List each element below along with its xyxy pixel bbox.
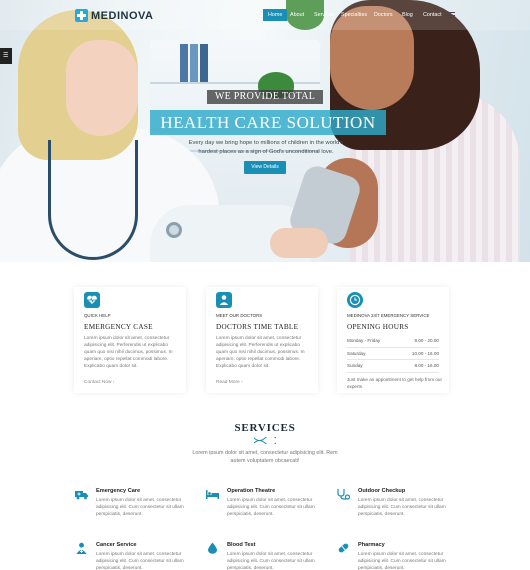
card-text: Lorem ipsum dolor sit amet, consectetur …: [216, 336, 305, 369]
nav-item-home[interactable]: Home: [263, 9, 288, 21]
clock-icon: [347, 292, 363, 308]
hours-day: Monday - Friday: [347, 338, 381, 343]
bed-icon: [206, 490, 219, 499]
doctors-card: MEET OUR DOCTORS DOCTORS TIME TABLE Lore…: [206, 287, 318, 393]
dna-divider-icon: [254, 437, 276, 444]
service-text: Lorem ipsum dolor sit amet, consectetur …: [358, 552, 446, 570]
settings-icon: ☰: [3, 53, 9, 59]
service-text: Lorem ipsum dolor sit amet, consectetur …: [227, 498, 315, 518]
service-name: Operation Theatre: [227, 488, 276, 494]
book: [180, 44, 188, 82]
doctor-icon: [216, 292, 232, 308]
emergency-card: QUICK HELP EMERGENCY CASE Lorem ipsum do…: [74, 287, 186, 393]
card-title: DOCTORS TIME TABLE: [216, 323, 299, 331]
blood-drop-icon: [208, 542, 217, 554]
hours-table: Monday - Friday 8.00 - 20.00 Saturday 10.0…: [347, 335, 439, 373]
stethoscope-head: [166, 222, 182, 238]
hours-note: Just make an appointment to get help fro…: [347, 377, 442, 389]
card-title: OPENING HOURS: [347, 323, 409, 331]
hero-description: Every day we bring hope to millions of c…: [188, 140, 344, 155]
hours-time: 8.00 - 16.00: [414, 363, 439, 368]
stethoscope-icon: [337, 489, 351, 500]
service-text: Lorem ipsum dolor sit amet, consectetur …: [358, 498, 446, 518]
hours-day: Sunday: [347, 363, 363, 368]
nav-item-about[interactable]: About: [290, 9, 304, 21]
services-description: Lorem ipsum dolor sit amet, consectetur …: [192, 450, 338, 464]
hours-time: 8.00 - 20.00: [414, 338, 439, 343]
ambulance-icon: [75, 491, 88, 500]
service-name: Emergency Care: [96, 488, 141, 494]
hero-subtitle: WE PROVIDE TOTAL: [207, 90, 323, 104]
book: [200, 44, 208, 82]
view-details-button[interactable]: View Details: [244, 161, 286, 174]
hamburger-menu-icon[interactable]: [447, 12, 455, 18]
site-logo[interactable]: MEDINOVA: [75, 9, 153, 22]
nav-item-blog[interactable]: Blog: [402, 9, 413, 21]
book: [190, 44, 198, 82]
stethoscope: [48, 140, 138, 260]
pill-icon: [338, 543, 349, 553]
nav-item-specialties[interactable]: Specialties: [341, 9, 367, 21]
read-more-link[interactable]: Read More ›: [216, 380, 243, 385]
service-name: Cancer Service: [96, 542, 137, 548]
hours-row: Saturday 10.00 - 16.00: [347, 348, 439, 360]
doctor-face: [66, 40, 138, 136]
arrow-right-icon: ›: [241, 380, 243, 385]
hero-title: HEALTH CARE SOLUTION: [150, 110, 386, 135]
link-label: Contact Now: [84, 380, 112, 385]
logo-text: MEDINOVA: [91, 9, 154, 22]
arrow-right-icon: ›: [112, 380, 115, 385]
nav-item-contact[interactable]: Contact: [423, 9, 442, 21]
hours-row: Monday - Friday 8.00 - 20.00: [347, 335, 439, 348]
top-navbar: MEDINOVA Home About Services Specialties…: [0, 0, 530, 30]
hero-banner: MEDINOVA Home About Services Specialties…: [0, 0, 530, 262]
doctor-hand: [270, 228, 328, 258]
nav-item-doctors[interactable]: Doctors: [374, 9, 393, 21]
medical-cross-icon: [75, 9, 88, 22]
card-eyebrow: QUICK HELP: [84, 313, 111, 318]
doctor-icon: [76, 542, 87, 554]
card-eyebrow: MEDINOVA 24/7 EMERGENCY SERVICE: [347, 313, 430, 318]
card-title: EMERGENCY CASE: [84, 323, 153, 331]
service-text: Lorem ipsum dolor sit amet, consectetur …: [96, 498, 184, 518]
service-name: Pharmacy: [358, 542, 385, 548]
shelf-line: [150, 82, 320, 84]
hours-day: Saturday: [347, 350, 366, 356]
service-name: Outdoor Checkup: [358, 488, 406, 494]
hours-time: 10.00 - 16.00: [411, 350, 439, 356]
service-text: Lorem ipsum dolor sit amet, consectetur …: [96, 552, 184, 570]
link-label: Read More: [216, 380, 240, 385]
opening-hours-card: MEDINOVA 24/7 EMERGENCY SERVICE OPENING …: [337, 287, 449, 393]
side-settings-tab[interactable]: ☰: [0, 48, 12, 64]
nav-item-services[interactable]: Services: [314, 9, 335, 21]
card-text: Lorem ipsum dolor sit amet, consectetur …: [84, 336, 173, 369]
service-text: Lorem ipsum dolor sit amet, consectetur …: [227, 552, 315, 570]
heart-pulse-icon: [84, 292, 100, 308]
card-eyebrow: MEET OUR DOCTORS: [216, 313, 263, 318]
service-name: Blood Test: [227, 542, 256, 548]
services-heading: SERVICES: [234, 422, 296, 434]
hours-row: Sunday 8.00 - 16.00: [347, 360, 439, 373]
contact-now-link[interactable]: Contact Now ›: [84, 380, 114, 385]
